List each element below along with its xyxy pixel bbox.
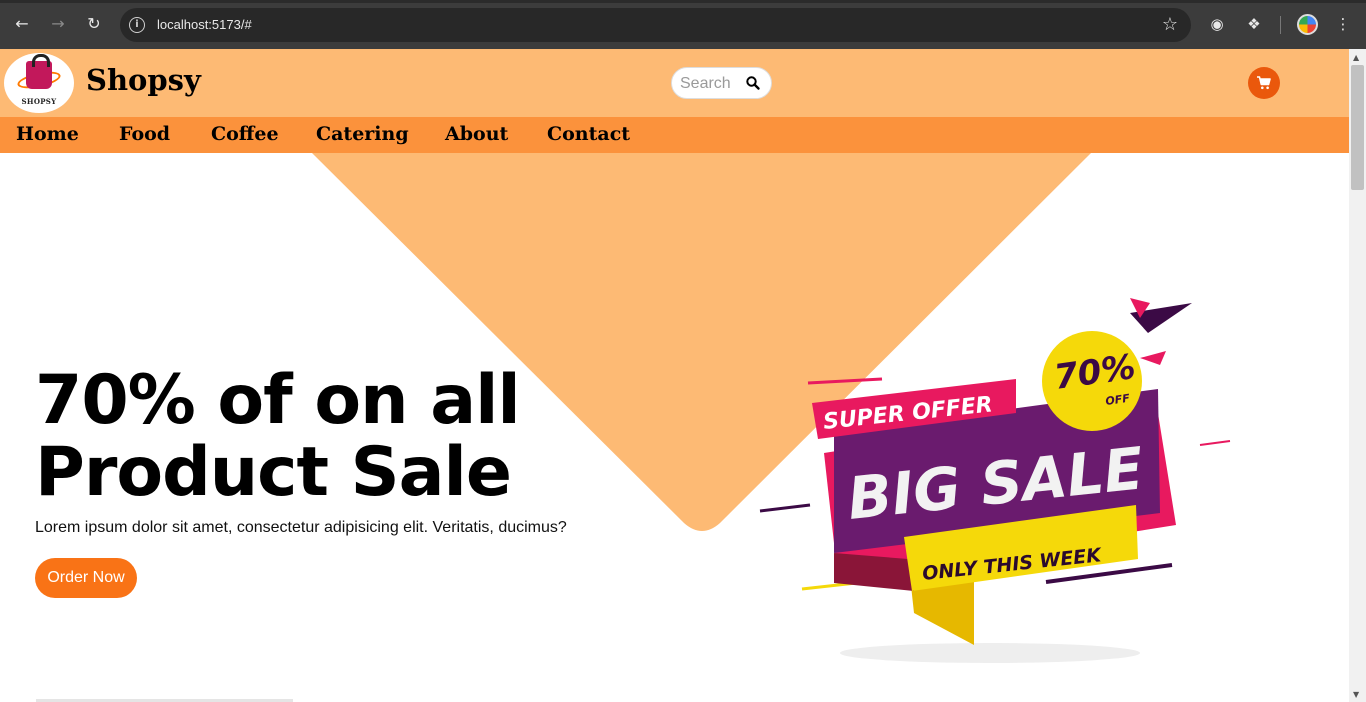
vertical-scrollbar[interactable]: ▲ ▼ bbox=[1349, 49, 1366, 702]
search-input[interactable] bbox=[680, 74, 740, 94]
big-sale-graphic: SUPER OFFER BIG SALE ONLY THIS WEEK 70% … bbox=[759, 298, 1231, 663]
more-menu-icon[interactable]: ⋮ bbox=[1333, 14, 1353, 34]
hero-section: 70% of on all Product Sale Lorem ipsum d… bbox=[0, 153, 1349, 702]
order-now-button[interactable]: Order Now bbox=[35, 558, 137, 598]
nav-item-catering[interactable]: Catering bbox=[316, 123, 409, 145]
search-box bbox=[671, 67, 772, 99]
site-info-icon[interactable]: i bbox=[129, 17, 145, 33]
extensions-puzzle-icon[interactable]: ❖ bbox=[1244, 14, 1264, 34]
logo[interactable]: SHOPSY bbox=[4, 53, 74, 113]
search-icon[interactable] bbox=[745, 75, 761, 91]
bookmark-star-icon[interactable]: ☆ bbox=[1162, 14, 1178, 35]
cookie-extension-icon[interactable]: ◉ bbox=[1207, 14, 1227, 34]
hero-description: Lorem ipsum dolor sit amet, consectetur … bbox=[35, 519, 567, 536]
hero-title-line2: Product Sale bbox=[35, 433, 512, 512]
logo-text: SHOPSY bbox=[21, 97, 57, 106]
toolbar-divider bbox=[1280, 16, 1281, 34]
shopping-bag-icon bbox=[26, 54, 52, 89]
cart-icon bbox=[1257, 76, 1271, 90]
reload-icon[interactable]: ↻ bbox=[83, 13, 105, 35]
main-nav: Home Food Coffee Catering About Contact bbox=[0, 117, 1349, 153]
address-bar[interactable]: i localhost:5173/# ☆ bbox=[120, 8, 1191, 42]
scroll-up-arrow-icon[interactable]: ▲ bbox=[1353, 53, 1359, 62]
nav-item-food[interactable]: Food bbox=[119, 123, 170, 145]
brand-name[interactable]: Shopsy bbox=[86, 63, 201, 97]
nav-item-contact[interactable]: Contact bbox=[547, 123, 630, 145]
site-header: SHOPSY Shopsy bbox=[0, 49, 1349, 117]
back-icon[interactable]: ← bbox=[11, 13, 33, 35]
cart-button[interactable] bbox=[1248, 67, 1280, 99]
tab-strip bbox=[0, 0, 1366, 3]
nav-item-about[interactable]: About bbox=[445, 123, 508, 145]
nav-item-coffee[interactable]: Coffee bbox=[211, 123, 279, 145]
hero-title-line1: 70% of on all bbox=[35, 361, 521, 440]
browser-chrome: ← → ↻ i localhost:5173/# ☆ ◉ ❖ ⋮ bbox=[0, 0, 1366, 49]
profile-avatar[interactable] bbox=[1297, 14, 1318, 35]
forward-icon[interactable]: → bbox=[47, 13, 69, 35]
nav-item-home[interactable]: Home bbox=[16, 123, 79, 145]
scrollbar-thumb[interactable] bbox=[1351, 65, 1364, 190]
url-text[interactable]: localhost:5173/# bbox=[157, 16, 252, 34]
hero-title: 70% of on all Product Sale bbox=[35, 365, 675, 509]
scroll-down-arrow-icon[interactable]: ▼ bbox=[1353, 690, 1359, 699]
page-content: SHOPSY Shopsy Home Food Coffee Catering … bbox=[0, 49, 1349, 702]
